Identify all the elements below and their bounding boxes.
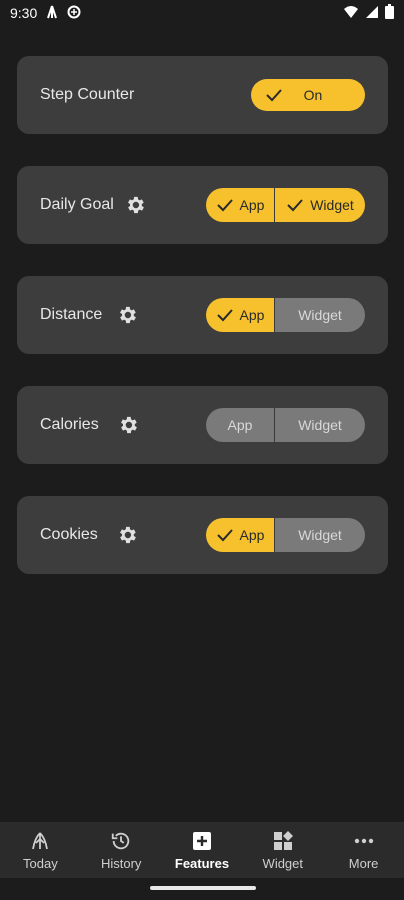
today-icon [29, 830, 51, 852]
history-icon [110, 830, 132, 852]
feature-card-step-counter: Step Counter On [17, 56, 388, 134]
daily-goal-app-option[interactable]: App [206, 188, 274, 222]
option-label: App [227, 417, 253, 433]
option-label: Widget [310, 197, 354, 213]
option-label: Widget [298, 307, 342, 323]
feature-label: Step Counter [40, 86, 135, 103]
nav-label: More [348, 855, 379, 871]
bottom-navigation: Today History Features Widget More [0, 822, 404, 878]
step-counter-toggle[interactable]: On [251, 79, 365, 111]
home-gesture-bar[interactable] [150, 886, 256, 890]
cookies-segmented-toggle: App Widget [206, 518, 365, 552]
more-icon [353, 830, 375, 852]
feature-label: Daily Goal [40, 196, 114, 213]
nav-history[interactable]: History [81, 822, 162, 878]
calories-widget-option[interactable]: Widget [275, 408, 365, 442]
feature-card-calories: Calories App Widget [17, 386, 388, 464]
daily-goal-segmented-toggle: App Widget [206, 188, 365, 222]
feature-card-cookies: Cookies App Widget [17, 496, 388, 574]
battery-icon [385, 4, 394, 22]
daily-goal-widget-option[interactable]: Widget [275, 188, 365, 222]
gear-icon[interactable] [117, 414, 139, 436]
gear-icon[interactable] [116, 304, 138, 326]
gear-icon[interactable] [116, 524, 138, 546]
distance-widget-option[interactable]: Widget [275, 298, 365, 332]
nav-today[interactable]: Today [0, 822, 81, 878]
calories-app-option[interactable]: App [206, 408, 274, 442]
option-label: App [239, 527, 265, 543]
option-label: Widget [298, 527, 342, 543]
feature-card-distance: Distance App Widget [17, 276, 388, 354]
status-bar: 9:30 [0, 0, 404, 26]
toggle-label: On [303, 87, 323, 103]
gear-icon[interactable] [124, 194, 146, 216]
app-notification-icon [45, 5, 59, 22]
nav-features[interactable]: Features [162, 822, 243, 878]
check-icon [286, 196, 304, 214]
status-time: 9:30 [10, 5, 38, 21]
cookies-widget-option[interactable]: Widget [275, 518, 365, 552]
nav-label: Widget [262, 855, 304, 871]
feature-label: Calories [40, 416, 99, 433]
feature-label: Cookies [40, 526, 98, 543]
signal-icon [365, 5, 379, 22]
option-label: App [239, 307, 265, 323]
feature-card-daily-goal: Daily Goal App Widget [17, 166, 388, 244]
distance-segmented-toggle: App Widget [206, 298, 365, 332]
features-list: Step Counter On Daily Goal App Widget Di… [17, 56, 388, 606]
distance-app-option[interactable]: App [206, 298, 274, 332]
check-icon [216, 196, 234, 214]
feature-label: Distance [40, 306, 103, 323]
widget-icon [272, 830, 294, 852]
calories-segmented-toggle: App Widget [206, 408, 365, 442]
features-icon [191, 830, 213, 852]
nav-label: Features [174, 855, 230, 871]
nav-more[interactable]: More [323, 822, 404, 878]
check-icon [216, 306, 234, 324]
option-label: Widget [298, 417, 342, 433]
vpn-icon [67, 5, 81, 22]
wifi-icon [343, 5, 359, 22]
check-icon [265, 86, 283, 104]
nav-widget[interactable]: Widget [242, 822, 323, 878]
option-label: App [239, 197, 265, 213]
cookies-app-option[interactable]: App [206, 518, 274, 552]
nav-label: History [100, 855, 142, 871]
nav-label: Today [23, 855, 58, 871]
check-icon [216, 526, 234, 544]
